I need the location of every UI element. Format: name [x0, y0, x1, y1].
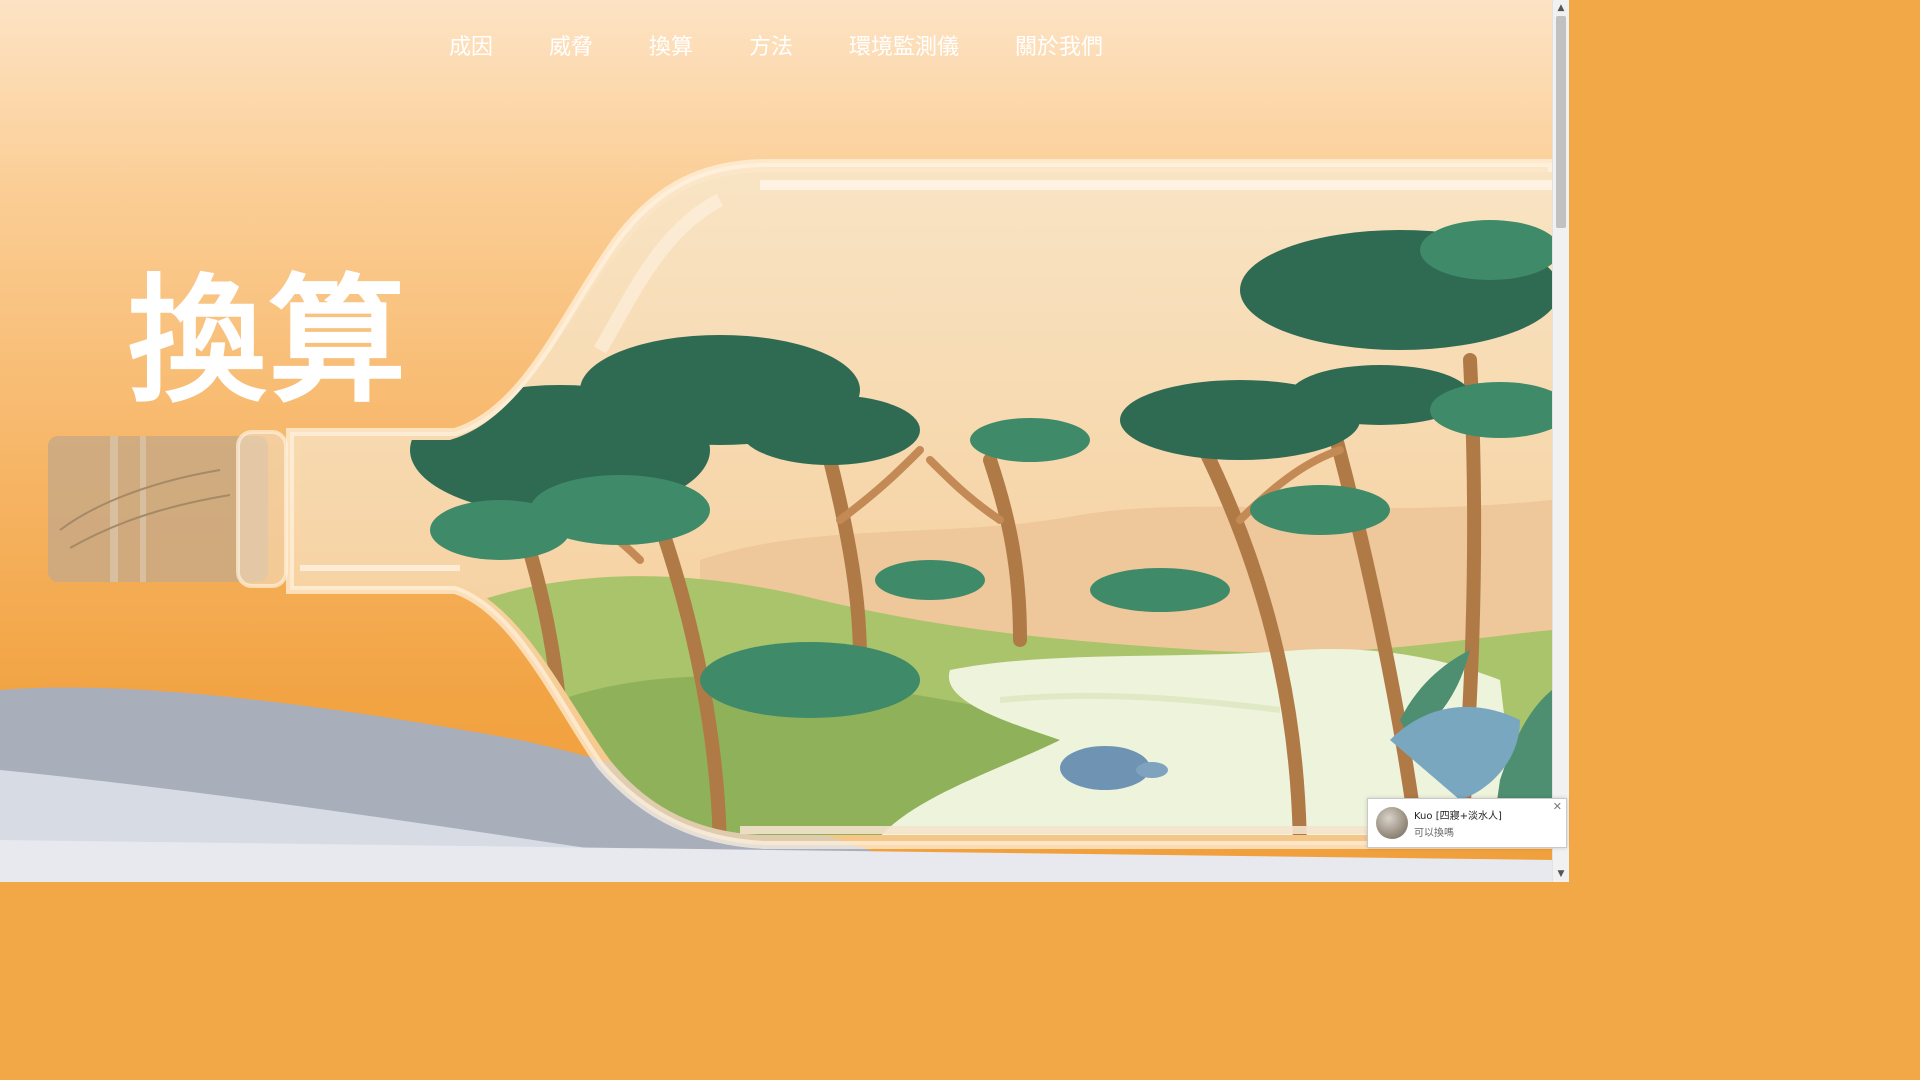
scroll-down-arrow-icon[interactable]: ▼	[1553, 866, 1569, 882]
nav-item-about[interactable]: 關於我們	[987, 30, 1131, 70]
bottle-forest-illustration	[0, 159, 1552, 882]
close-icon[interactable]: ✕	[1553, 800, 1562, 813]
main-nav: 成因 威脅 換算 方法 環境監測儀 關於我們	[0, 30, 1552, 70]
hero-section: 成因 威脅 換算 方法 環境監測儀 關於我們 換算	[0, 0, 1552, 882]
nav-item-methods[interactable]: 方法	[721, 30, 821, 70]
nav-item-conversion[interactable]: 換算	[621, 30, 721, 70]
scroll-up-arrow-icon[interactable]: ▲	[1553, 0, 1569, 16]
chat-message: 可以換嗎	[1414, 828, 1454, 839]
nav-item-monitor[interactable]: 環境監測儀	[821, 30, 987, 70]
chat-sender-name: Kuo [四寢+淡水人]	[1414, 811, 1502, 822]
scroll-thumb[interactable]	[1556, 16, 1566, 228]
hero-title: 換算	[128, 261, 409, 422]
chat-notification[interactable]: Kuo [四寢+淡水人] 可以換嗎 ✕	[1367, 798, 1567, 848]
nav-item-causes[interactable]: 成因	[421, 30, 521, 70]
nav-item-threats[interactable]: 威脅	[521, 30, 621, 70]
avatar	[1376, 807, 1408, 839]
vertical-scrollbar[interactable]: ▲ ▼	[1552, 0, 1569, 882]
